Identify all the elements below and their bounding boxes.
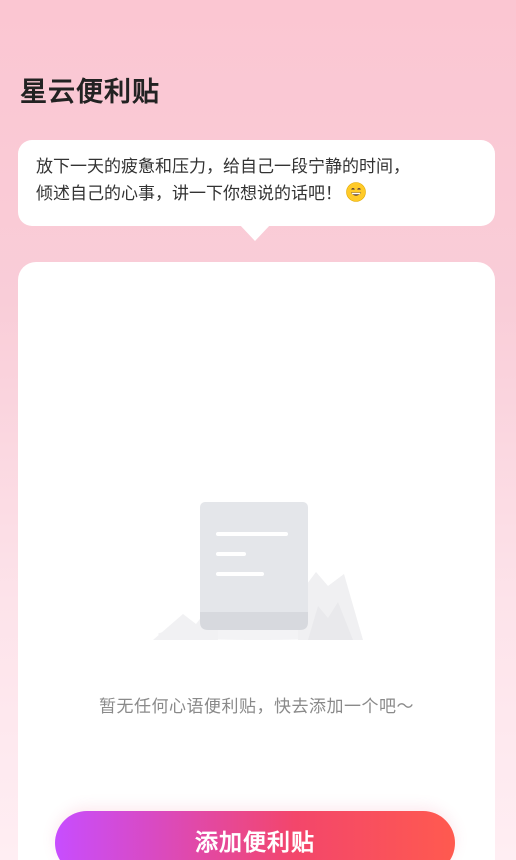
intro-text-line-1: 放下一天的疲惫和压力，给自己一段宁静的时间， [36, 157, 410, 177]
grinning-face-icon [346, 182, 366, 202]
empty-state-message: 暂无任何心语便利贴，快去添加一个吧～ [99, 697, 414, 717]
bubble-tail [239, 224, 271, 241]
add-note-button[interactable]: 添加便利贴 [55, 811, 455, 860]
notes-list-card: 暂无任何心语便利贴，快去添加一个吧～ [18, 262, 495, 860]
page-title: 星云便利贴 [20, 77, 160, 108]
document-icon [153, 502, 363, 640]
intro-text-line-2: 倾述自己的心事，讲一下你想说的话吧！ [36, 181, 479, 208]
intro-text-line-2-text: 倾述自己的心事，讲一下你想说的话吧！ [36, 184, 342, 204]
intro-speech-bubble: 放下一天的疲惫和压力，给自己一段宁静的时间， 倾述自己的心事，讲一下你想说的话吧… [18, 140, 495, 226]
